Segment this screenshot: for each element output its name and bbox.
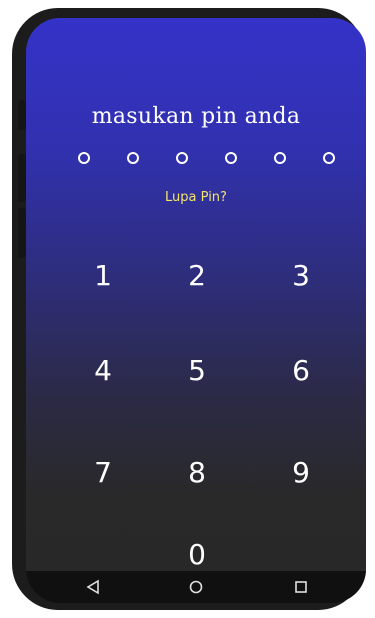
key-6[interactable]: 6 bbox=[266, 341, 336, 401]
key-8[interactable]: 8 bbox=[162, 443, 232, 503]
volume-button bbox=[18, 154, 26, 202]
pin-screen: masukan pin anda Lupa Pin? 1 2 3 4 5 6 7… bbox=[26, 18, 366, 603]
pin-dot bbox=[78, 152, 90, 164]
recents-icon[interactable] bbox=[292, 579, 310, 595]
key-4[interactable]: 4 bbox=[68, 341, 138, 401]
pin-dot bbox=[274, 152, 286, 164]
android-nav-bar bbox=[26, 571, 366, 603]
forgot-pin-link[interactable]: Lupa Pin? bbox=[26, 190, 366, 205]
key-2[interactable]: 2 bbox=[162, 246, 232, 306]
key-1[interactable]: 1 bbox=[68, 246, 138, 306]
back-icon[interactable] bbox=[84, 579, 102, 595]
pin-dot bbox=[323, 152, 335, 164]
side-button-top bbox=[18, 100, 26, 130]
key-7[interactable]: 7 bbox=[68, 443, 138, 503]
power-button bbox=[18, 208, 26, 258]
pin-dot bbox=[176, 152, 188, 164]
pin-prompt-title: masukan pin anda bbox=[91, 104, 301, 129]
key-9[interactable]: 9 bbox=[266, 443, 336, 503]
pin-indicator bbox=[78, 152, 348, 166]
pin-dot bbox=[127, 152, 139, 164]
pin-dot bbox=[225, 152, 237, 164]
phone-frame: masukan pin anda Lupa Pin? 1 2 3 4 5 6 7… bbox=[12, 8, 366, 610]
key-3[interactable]: 3 bbox=[266, 246, 336, 306]
key-5[interactable]: 5 bbox=[162, 341, 232, 401]
home-icon[interactable] bbox=[187, 579, 205, 595]
